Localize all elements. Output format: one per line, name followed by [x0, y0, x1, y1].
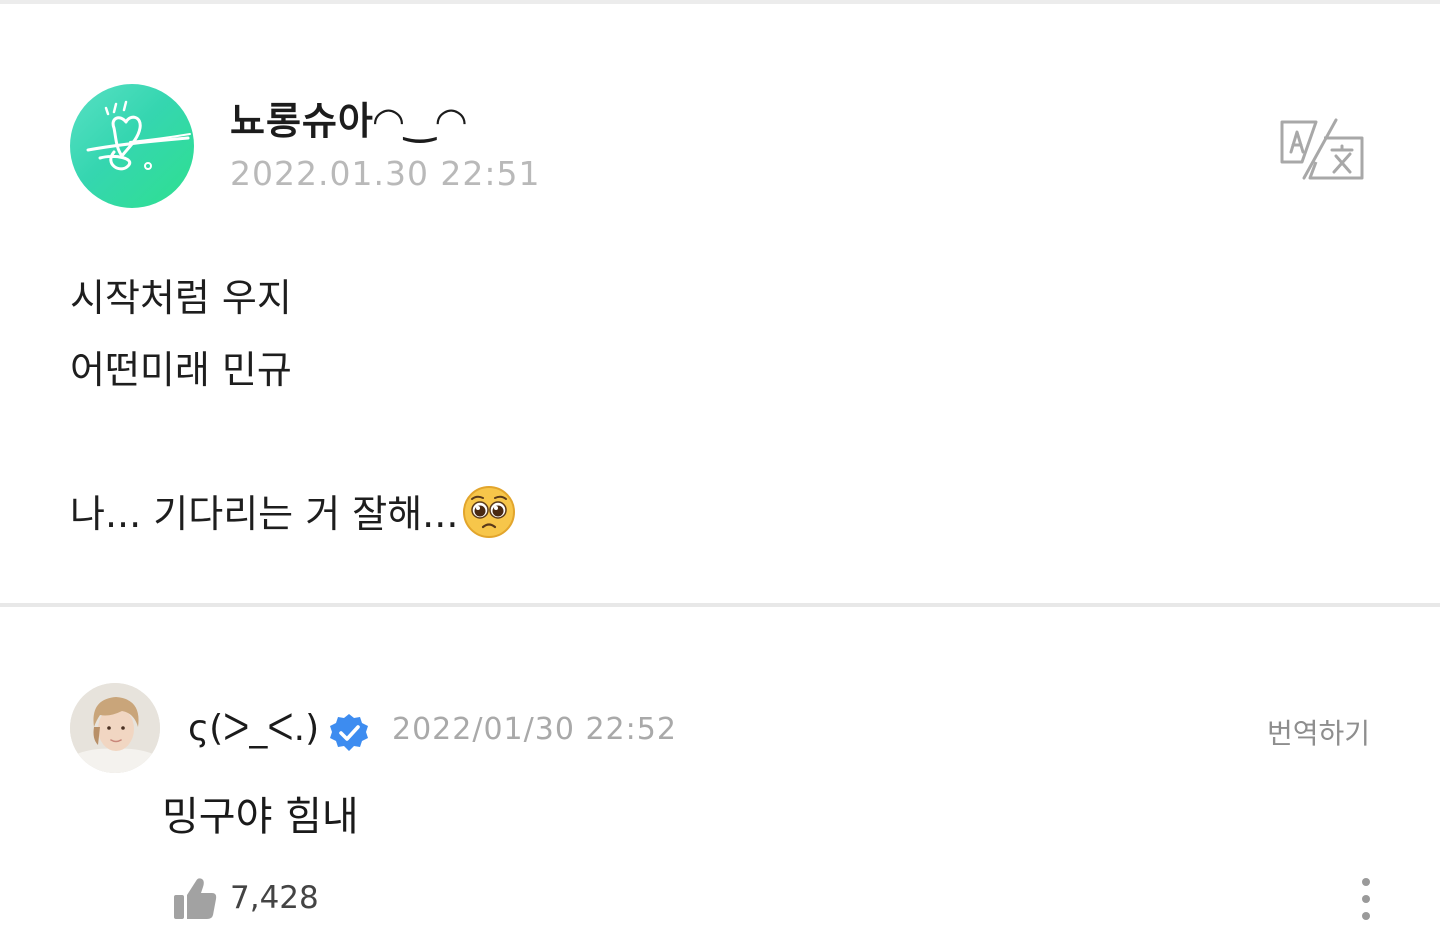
comment-author-name[interactable]: ς(ᐳ_ᐸ.) — [188, 708, 319, 749]
comment-author-avatar[interactable] — [70, 683, 160, 773]
pleading-face-emoji — [463, 486, 516, 538]
post-author-name[interactable]: 뇨롱슈아◠‿◠ — [230, 90, 467, 145]
profile-photo — [70, 683, 160, 773]
thumbs-up-icon — [174, 878, 217, 919]
verified-badge-icon — [330, 714, 368, 751]
section-divider — [0, 603, 1440, 607]
more-vertical-icon[interactable] — [1354, 874, 1378, 924]
post-body-line: 어떤미래 민규 — [70, 348, 292, 392]
post-timestamp: 2022.01.30 22:51 — [230, 154, 541, 193]
like-button[interactable]: 7,428 — [172, 872, 319, 924]
post-body: 시작처럼 우지 어떤미래 민규 나... 기다리는 거 잘해... — [70, 262, 1350, 550]
comment-timestamp: 2022/01/30 22:52 — [392, 712, 677, 747]
post-author-avatar[interactable] — [70, 84, 194, 208]
translate-button[interactable] — [1278, 118, 1366, 182]
post-body-line-with-emoji: 나... 기다리는 거 잘해... — [70, 478, 1350, 550]
post-body-line — [70, 406, 1350, 478]
comment-text: 밍구야 힘내 — [162, 794, 359, 840]
post-card: 뇨롱슈아◠‿◠ 2022.01.30 22:51 시작처럼 우지 어떤미래 민규… — [0, 4, 1440, 604]
translate-icon — [1280, 118, 1364, 180]
post-body-line: 시작처럼 우지 — [70, 276, 292, 320]
heart-logo-icon — [86, 100, 191, 171]
like-count: 7,428 — [230, 880, 319, 916]
comment-translate-button[interactable]: 번역하기 — [1267, 712, 1370, 752]
post-body-line: 나... 기다리는 거 잘해... — [70, 492, 459, 536]
